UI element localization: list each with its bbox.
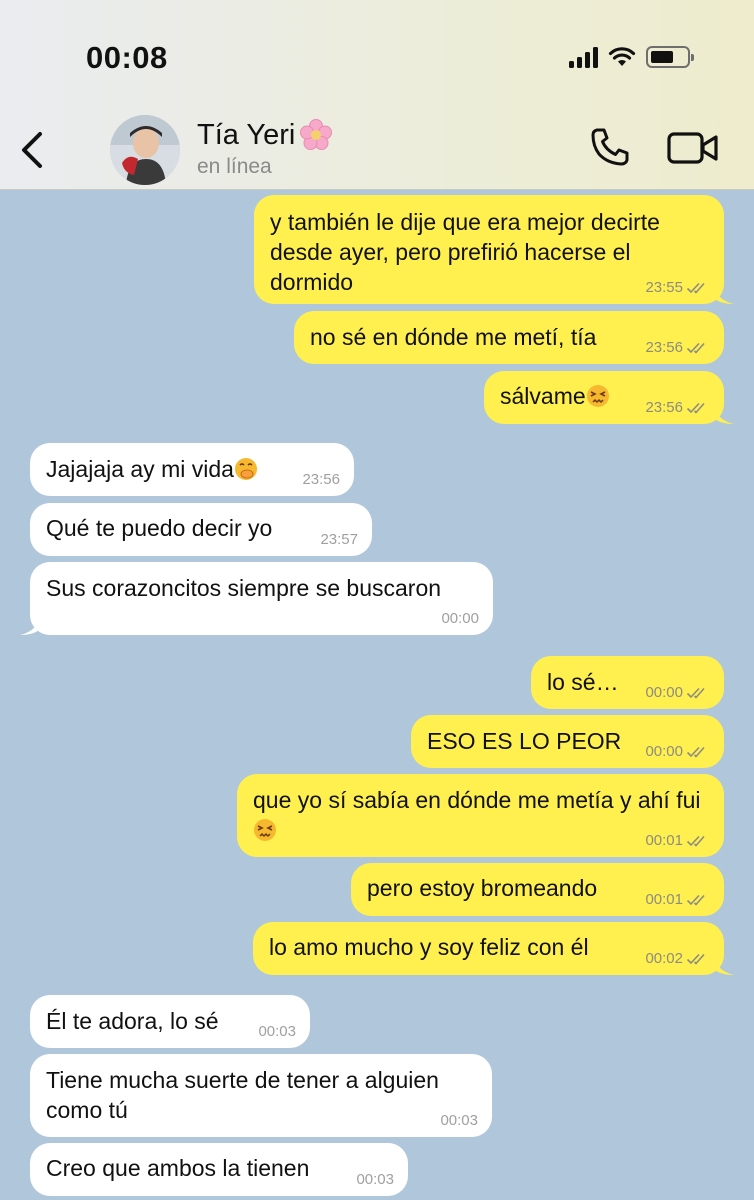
- message-text: que yo sí sabía en dónde me metía y ahí …: [253, 787, 701, 813]
- message-meta: 00:02: [645, 951, 710, 967]
- outgoing-message[interactable]: pero estoy bromeando 00:01: [351, 863, 724, 916]
- chevron-left-icon: [22, 132, 42, 168]
- outgoing-message[interactable]: lo sé… 00:00: [531, 656, 724, 709]
- incoming-message[interactable]: Qué te puedo decir yo 23:57: [30, 503, 372, 556]
- hand-over-mouth-face-icon: [234, 458, 257, 480]
- message-time: 00:01: [645, 832, 683, 849]
- message-meta: 23:55: [645, 280, 710, 296]
- incoming-message[interactable]: Sus corazoncitos siempre se buscaron 00:…: [20, 562, 493, 635]
- message-time: 00:01: [645, 891, 683, 908]
- message-meta: 00:03: [356, 1172, 394, 1188]
- incoming-message[interactable]: Él te adora, lo sé 00:03: [30, 995, 310, 1048]
- message-text: Jajajaja ay mi vida: [46, 456, 234, 482]
- message-text: Tiene mucha suerte de tener a alguien co…: [46, 1067, 439, 1123]
- wifi-icon: [608, 47, 636, 66]
- message-meta: 23:56: [645, 340, 710, 356]
- incoming-message[interactable]: Creo que ambos la tienen 00:03: [30, 1143, 408, 1196]
- confounded-face-icon: [586, 385, 609, 407]
- message-meta: 00:00: [645, 744, 710, 760]
- confounded-face-icon: [254, 819, 276, 841]
- outgoing-message[interactable]: y también le dije que era mejor decirte …: [254, 195, 734, 304]
- message-meta: 00:01: [645, 892, 710, 908]
- voice-call-button[interactable]: [588, 125, 632, 169]
- status-icons: [569, 46, 694, 68]
- double-check-icon: [686, 746, 705, 758]
- message-meta: 00:03: [440, 1113, 478, 1129]
- outgoing-message[interactable]: no sé en dónde me metí, tía 23:56: [294, 311, 724, 364]
- message-meta: 00:03: [258, 1024, 296, 1040]
- bubble-tail: [20, 613, 42, 635]
- incoming-message[interactable]: Jajajaja ay mi vida 23:56: [30, 443, 354, 496]
- message-time: 00:03: [356, 1171, 394, 1188]
- double-check-icon: [686, 402, 705, 414]
- message-meta: 00:01: [645, 833, 710, 849]
- message-time: 00:00: [441, 610, 479, 627]
- bubble-tail: [712, 402, 734, 424]
- message-meta: 00:00: [441, 611, 479, 627]
- message-time: 23:55: [645, 279, 683, 296]
- message-text: Creo que ambos la tienen: [46, 1155, 310, 1181]
- signal-icon: [569, 46, 598, 68]
- back-button[interactable]: [14, 128, 48, 172]
- cherry-blossom-icon: [300, 119, 333, 150]
- message-time: 00:00: [645, 684, 683, 701]
- chat-header: 00:08 Tía Yeri en línea: [0, 0, 754, 190]
- outgoing-message[interactable]: que yo sí sabía en dónde me metía y ahí …: [237, 774, 724, 857]
- message-text: Él te adora, lo sé: [46, 1008, 219, 1034]
- phone-icon: [591, 128, 629, 166]
- outgoing-message[interactable]: lo amo mucho y soy feliz con él 00:02: [253, 922, 734, 975]
- double-check-icon: [686, 342, 705, 354]
- avatar[interactable]: [110, 115, 180, 185]
- message-text: no sé en dónde me metí, tía: [310, 324, 597, 350]
- double-check-icon: [686, 282, 705, 294]
- video-camera-icon: [667, 132, 718, 164]
- incoming-message[interactable]: Tiene mucha suerte de tener a alguien co…: [30, 1054, 492, 1137]
- contact-name-text: Tía Yeri: [197, 118, 296, 151]
- message-text: lo amo mucho y soy feliz con él: [269, 934, 589, 960]
- message-time: 00:03: [440, 1112, 478, 1129]
- message-text: lo sé…: [547, 669, 619, 695]
- message-meta: 00:00: [645, 685, 710, 701]
- message-time: 23:56: [645, 399, 683, 416]
- message-time: 23:56: [645, 339, 683, 356]
- message-time: 23:57: [320, 531, 358, 548]
- double-check-icon: [686, 953, 705, 965]
- double-check-icon: [686, 835, 705, 847]
- bubble-tail: [712, 953, 734, 975]
- message-text: Sus corazoncitos siempre se buscaron: [46, 575, 442, 601]
- message-time: 00:00: [645, 743, 683, 760]
- message-meta: 23:56: [302, 472, 340, 488]
- contact-status: en línea: [197, 155, 272, 178]
- message-time: 23:56: [302, 471, 340, 488]
- message-time: 00:03: [258, 1023, 296, 1040]
- video-call-button[interactable]: [666, 128, 720, 168]
- double-check-icon: [686, 687, 705, 699]
- message-text: y también le dije que era mejor decirte …: [270, 209, 660, 295]
- message-text: sálvame: [500, 383, 586, 409]
- contact-name[interactable]: Tía Yeri: [197, 118, 333, 152]
- message-list[interactable]: y también le dije que era mejor decirte …: [0, 190, 754, 1200]
- outgoing-message[interactable]: ESO ES LO PEOR 00:00: [411, 715, 724, 768]
- double-check-icon: [686, 894, 705, 906]
- message-meta: 23:57: [320, 532, 358, 548]
- message-text: Qué te puedo decir yo: [46, 515, 273, 541]
- outgoing-message[interactable]: sálvame 23:56: [484, 371, 734, 424]
- message-meta: 23:56: [645, 400, 710, 416]
- message-text: pero estoy bromeando: [367, 875, 598, 901]
- message-time: 00:02: [645, 950, 683, 967]
- status-time: 00:08: [86, 40, 168, 75]
- bubble-tail: [712, 282, 734, 304]
- message-text: ESO ES LO PEOR: [427, 728, 622, 754]
- battery-icon: [646, 46, 694, 68]
